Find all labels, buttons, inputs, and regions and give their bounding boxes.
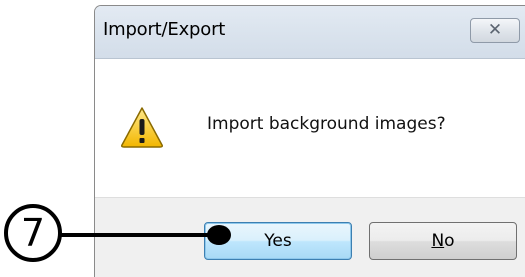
no-button-label: o <box>444 231 455 251</box>
dialog-titlebar: Import/Export ✕ <box>95 6 525 59</box>
warning-icon <box>121 107 163 148</box>
screenshot-stage: Import/Export ✕ Import background images… <box>0 0 525 277</box>
step-number: 7 <box>20 211 46 255</box>
dialog-content: Import background images? <box>95 59 525 197</box>
no-button-accelerator: N <box>431 231 445 251</box>
callout-dot <box>207 225 231 245</box>
dialog-title: Import/Export <box>103 19 226 40</box>
yes-button-label: Yes <box>264 231 292 251</box>
step-number-badge: 7 <box>4 204 62 262</box>
dialog-message: Import background images? <box>207 114 446 134</box>
callout-line <box>60 233 220 237</box>
close-button[interactable]: ✕ <box>470 18 520 43</box>
no-button[interactable]: No <box>369 222 517 260</box>
dialog-button-bar: Yes No <box>95 197 525 277</box>
close-icon: ✕ <box>487 20 503 40</box>
